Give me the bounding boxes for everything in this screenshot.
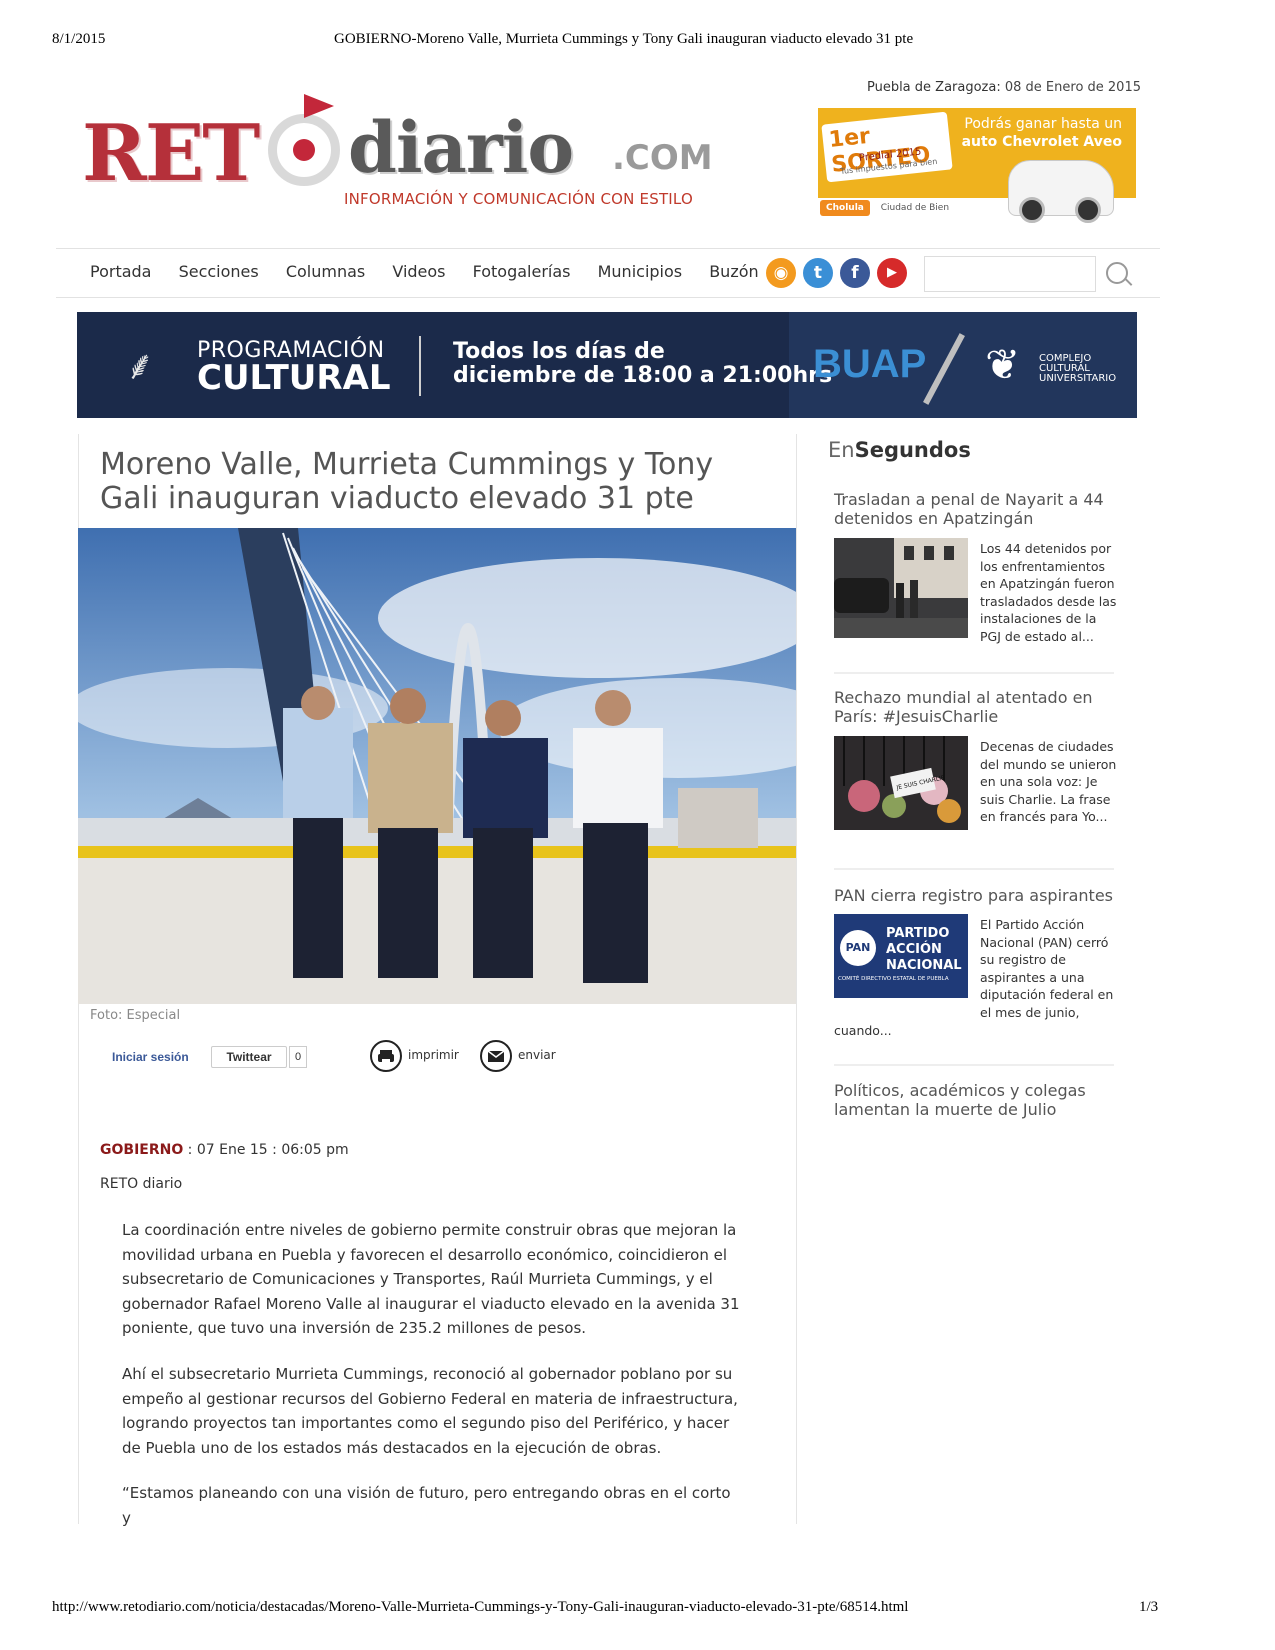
print-icon[interactable] xyxy=(370,1040,402,1072)
photo-caption: Foto: Especial xyxy=(90,1008,181,1023)
print-icon-svg xyxy=(378,1050,394,1063)
banner-schedule-1: Todos los días de xyxy=(453,339,665,364)
banner-cultural: CULTURAL xyxy=(197,358,391,398)
sidebar-separator xyxy=(834,868,1114,870)
search-input[interactable] xyxy=(924,256,1096,292)
sidebar-item-title[interactable]: Políticos, académicos y colegas lamentan… xyxy=(834,1081,1114,1119)
nav-columnas[interactable]: Columnas xyxy=(286,262,365,281)
sidebar-heading: EnSegundos xyxy=(828,438,971,462)
pan-word-3: NACIONAL xyxy=(886,958,962,973)
nav-videos[interactable]: Videos xyxy=(392,262,445,281)
pan-word-2: ACCIÓN xyxy=(886,942,942,957)
email-icon-svg xyxy=(487,1050,505,1062)
dateline: Puebla de Zaragoza: 08 de Enero de 2015 xyxy=(867,80,1141,95)
pan-wordmark: PARTIDO ACCIÓN NACIONAL xyxy=(886,926,962,974)
banner-divider xyxy=(419,336,421,396)
pan-subtitle: COMITÉ DIRECTIVO ESTATAL DE PUEBLA xyxy=(838,976,949,982)
sidebar-item-image[interactable] xyxy=(834,538,968,638)
sidebar-item-title[interactable]: PAN cierra registro para aspirantes xyxy=(834,886,1114,905)
sidebar-item-title[interactable]: Trasladan a penal de Nayarit a 44 deteni… xyxy=(834,490,1114,528)
charlie-tribute-photo: JE SUIS CHARLIE xyxy=(834,736,968,830)
article-author: RETO diario xyxy=(100,1176,183,1192)
sidebar-item-summary: Decenas de ciudades del mundo se unieron… xyxy=(980,739,1117,825)
cholula-logo: Cholula xyxy=(820,200,870,216)
pan-word-1: PARTIDO xyxy=(886,926,950,941)
cultural-program-banner[interactable]: ⸙ PROGRAMACIÓN CULTURAL Todos los días d… xyxy=(77,312,1137,418)
site-logo[interactable]: RET diario .COM INFORMACIÓN Y COMUNICACI… xyxy=(82,94,732,224)
search-icon[interactable] xyxy=(1106,262,1128,284)
ad-sponsor-logos: Cholula Ciudad de Bien xyxy=(820,200,949,216)
nav-municipios[interactable]: Municipios xyxy=(598,262,683,281)
article-section[interactable]: GOBIERNO xyxy=(100,1142,183,1158)
article-paragraph: Ahí el subsecretario Murrieta Cummings, … xyxy=(122,1365,738,1457)
print-doc-title: GOBIERNO-Moreno Valle, Murrieta Cummings… xyxy=(334,31,914,47)
nav-top-divider xyxy=(56,248,1160,249)
article-date: : 07 Ene 15 : 06:05 pm xyxy=(183,1142,349,1158)
login-link[interactable]: Iniciar sesión xyxy=(112,1050,189,1064)
nav-bottom-divider xyxy=(56,297,1160,298)
print-url: http://www.retodiario.com/noticia/destac… xyxy=(52,1599,909,1615)
ad-line-2: auto Chevrolet Aveo xyxy=(961,134,1122,150)
logo-com-text: .COM xyxy=(612,138,713,178)
print-label[interactable]: imprimir xyxy=(408,1048,459,1062)
sidebar-heading-en: En xyxy=(828,438,855,462)
tweet-count: 0 xyxy=(289,1046,307,1068)
sidebar-separator xyxy=(834,1064,1114,1066)
nav-secciones[interactable]: Secciones xyxy=(179,262,259,281)
apatzingan-photo xyxy=(834,538,968,638)
ccu-text: COMPLEJO CULTURAL UNIVERSITARIO xyxy=(1039,354,1116,384)
ad-line-1: Podrás ganar hasta un xyxy=(964,116,1122,132)
print-page-number: 1/3 xyxy=(1139,1599,1159,1615)
sidebar-separator xyxy=(834,672,1114,674)
sidebar-heading-segundos: Segundos xyxy=(854,438,971,462)
christmas-tree-icon: ⸙ xyxy=(125,343,155,389)
ad-banner-sorteo[interactable]: 1er SORTEO Predial 2015 Tus impuestos pa… xyxy=(818,108,1136,223)
logo-diario-text: diario xyxy=(348,106,574,189)
ad-sorteo-badge: 1er SORTEO Predial 2015 Tus impuestos pa… xyxy=(821,111,953,183)
banner-schedule: Todos los días de diciembre de 18:00 a 21… xyxy=(453,340,832,388)
article-meta: GOBIERNO : 07 Ene 15 : 06:05 pm xyxy=(100,1142,349,1158)
article-photo-svg xyxy=(78,528,796,1004)
ciudad-de-bien-logo: Ciudad de Bien xyxy=(880,203,950,213)
ccu-wing-icon: ❦ xyxy=(985,340,1021,389)
article-right-rule xyxy=(796,434,797,1524)
article-title: Moreno Valle, Murrieta Cummings y Tony G… xyxy=(100,447,714,516)
twitter-icon[interactable]: t xyxy=(803,258,833,288)
sidebar-item-title[interactable]: Rechazo mundial al atentado en París: #J… xyxy=(834,688,1114,726)
logo-target-icon xyxy=(268,114,340,186)
sidebar-item-image[interactable]: JE SUIS CHARLIE xyxy=(834,736,968,830)
article-paragraph: La coordinación entre niveles de gobiern… xyxy=(122,1221,740,1337)
sidebar-item-summary: El Partido Acción Nacional (PAN) cerró s… xyxy=(980,917,1114,1020)
dateline-date: 08 de Enero de 2015 xyxy=(1004,80,1141,95)
email-icon[interactable] xyxy=(480,1040,512,1072)
nav-portada[interactable]: Portada xyxy=(90,262,151,281)
facebook-icon[interactable]: f xyxy=(840,258,870,288)
article-photo[interactable] xyxy=(78,528,796,1004)
rss-icon[interactable]: ◉ xyxy=(766,258,796,288)
sidebar-item-summary: Los 44 detenidos por los enfrentamientos… xyxy=(980,541,1117,644)
ccu-line-3: UNIVERSITARIO xyxy=(1039,373,1117,384)
logo-ret-text: RET xyxy=(82,108,260,199)
main-nav: Portada Secciones Columnas Videos Fotoga… xyxy=(90,262,781,281)
logo-tagline: INFORMACIÓN Y COMUNICACIÓN CON ESTILO xyxy=(344,190,693,208)
buap-logo: BUAP xyxy=(813,342,927,386)
youtube-icon[interactable]: ▶ xyxy=(877,258,907,288)
nav-fotogalerias[interactable]: Fotogalerías xyxy=(473,262,571,281)
car-image xyxy=(1008,160,1114,223)
tweet-button[interactable]: Twittear xyxy=(211,1046,287,1068)
article-paragraph: “Estamos planeando con una visión de fut… xyxy=(122,1484,731,1527)
nav-buzon[interactable]: Buzón xyxy=(709,262,758,281)
sidebar-item-summary-cont: cuando... xyxy=(834,1023,892,1038)
pan-logo-image[interactable]: PAN PARTIDO ACCIÓN NACIONAL COMITÉ DIREC… xyxy=(834,914,968,998)
send-label[interactable]: enviar xyxy=(518,1048,556,1062)
pan-circle-logo: PAN xyxy=(840,930,876,966)
dateline-city: Puebla de Zaragoza: xyxy=(866,80,1001,95)
print-date: 8/1/2015 xyxy=(52,31,106,47)
banner-schedule-2: diciembre de 18:00 a 21:00hrs xyxy=(453,363,833,388)
logo-flag-icon xyxy=(304,94,334,118)
